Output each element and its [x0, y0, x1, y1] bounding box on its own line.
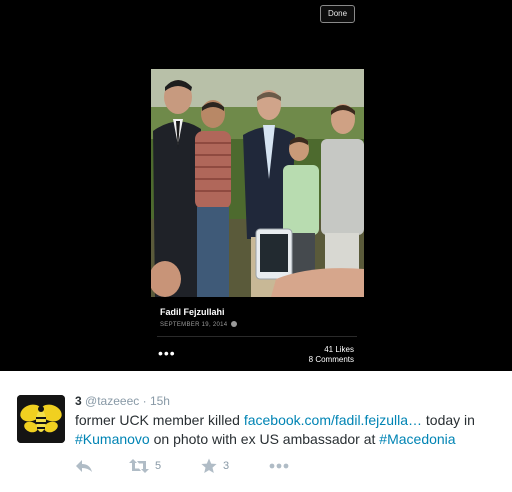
- caption-divider: [157, 336, 357, 337]
- retweet-icon: [129, 459, 149, 473]
- more-button[interactable]: [269, 456, 289, 476]
- star-icon: [201, 458, 217, 473]
- retweet-count: 5: [155, 460, 162, 472]
- bee-icon: [17, 395, 65, 443]
- hashtag-macedonia[interactable]: #Macedonia: [379, 431, 455, 447]
- author-name[interactable]: 3: [75, 394, 82, 408]
- done-button[interactable]: Done: [320, 5, 355, 23]
- likes-count[interactable]: 41 Likes: [324, 345, 354, 354]
- tweet: 3 @tazeeec · 15h former UCK member kille…: [0, 371, 512, 492]
- comments-count[interactable]: 8 Comments: [309, 355, 354, 364]
- retweet-button[interactable]: 5: [129, 456, 161, 476]
- tweet-link[interactable]: facebook.com/fadil.fejzulla…: [244, 412, 422, 428]
- tweet-text-part: former UCK member killed: [75, 412, 244, 428]
- media-viewer: Done Fadil Fejzullahi SEPTEMBER 19, 2014…: [0, 0, 512, 371]
- tweet-timestamp[interactable]: 15h: [150, 394, 170, 408]
- more-dots-icon: [269, 463, 289, 469]
- photo-caption-date: SEPTEMBER 19, 2014: [160, 321, 238, 328]
- author-handle[interactable]: @tazeeec: [85, 394, 139, 408]
- photo-date-text: SEPTEMBER 19, 2014: [160, 322, 228, 328]
- tweet-actions: 5 3: [75, 456, 375, 476]
- tweet-header: 3 @tazeeec · 15h: [75, 394, 170, 408]
- favorite-button[interactable]: 3: [201, 456, 229, 476]
- favorite-count: 3: [223, 460, 230, 472]
- tweet-text-part: today in: [422, 412, 475, 428]
- hashtag-kumanovo[interactable]: #Kumanovo: [75, 431, 150, 447]
- globe-icon: [231, 321, 238, 327]
- photo[interactable]: [151, 69, 364, 297]
- ellipsis-icon[interactable]: •••: [158, 346, 176, 360]
- tweet-text-part: on photo with ex US ambassador at: [149, 431, 380, 447]
- reply-button[interactable]: [75, 456, 93, 476]
- photo-caption-name: Fadil Fejzullahi: [160, 307, 225, 317]
- photo-image: [151, 69, 364, 297]
- tweet-text: former UCK member killed facebook.com/fa…: [75, 411, 495, 449]
- avatar[interactable]: [17, 395, 65, 443]
- reply-icon: [76, 460, 92, 472]
- separator-dot: ·: [142, 394, 147, 408]
